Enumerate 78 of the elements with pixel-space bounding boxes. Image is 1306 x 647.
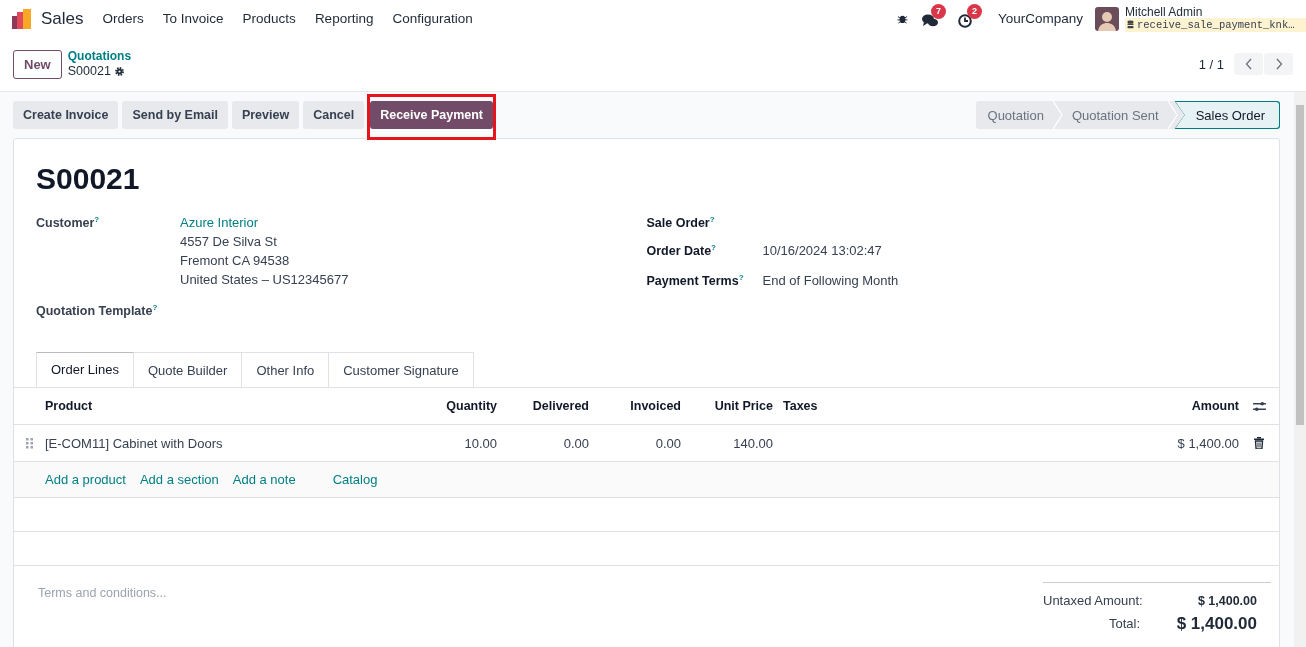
customer-link[interactable]: Azure Interior <box>180 213 349 232</box>
total-value: $ 1,400.00 <box>1175 613 1258 634</box>
tab[interactable]: Customer Signature <box>328 352 474 388</box>
bug-icon[interactable] <box>896 13 908 24</box>
next-button[interactable] <box>1264 53 1293 75</box>
column-header[interactable]: Invoiced <box>589 399 681 414</box>
pager-value: 1 / 1 <box>1198 56 1224 72</box>
status-step[interactable]: Quotation <box>975 101 1056 129</box>
action-button[interactable]: Create Invoice <box>13 101 119 129</box>
table-cell-text: 0.00 <box>562 435 589 451</box>
activities-button[interactable]: 2 <box>957 3 982 28</box>
menu-item[interactable]: Reporting <box>314 11 374 26</box>
column-header[interactable]: Taxes <box>773 399 1119 414</box>
field-label: Payment Terms$^{?}$ <box>646 273 745 291</box>
clock-icon <box>957 13 972 28</box>
tab[interactable]: Quote Builder <box>132 352 243 388</box>
chevron-right-icon <box>1274 58 1283 70</box>
status-step[interactable]: Sales Order <box>1174 101 1280 129</box>
previous-button[interactable] <box>1234 53 1263 75</box>
step-separator <box>1052 101 1063 129</box>
chat-icon <box>921 13 938 28</box>
table-cell-text: 0.00 <box>654 435 681 451</box>
sliders-icon[interactable] <box>1252 400 1266 412</box>
record-title: S00021 <box>36 161 141 197</box>
column-header[interactable]: Product <box>45 399 405 414</box>
total-value: $ 1,400.00 <box>1196 593 1258 608</box>
avatar[interactable] <box>1095 6 1119 31</box>
address-line: United States – US12345677 <box>180 271 349 289</box>
table-cell-text: 10.00 <box>463 435 497 451</box>
total-label: Untaxed Amount: <box>1043 593 1143 609</box>
action-button[interactable]: Preview <box>231 101 300 129</box>
column-header[interactable]: Delivered <box>497 399 589 414</box>
user-name[interactable]: Mitchell Admin <box>1125 5 1306 18</box>
breadcrumb-link[interactable]: Quotations <box>67 49 132 64</box>
address-line: 4557 De Silva St <box>180 233 278 251</box>
address-line: Fremont CA 94538 <box>180 252 291 270</box>
drag-handle-icon[interactable] <box>26 437 33 449</box>
tab[interactable]: Order Lines <box>36 352 134 388</box>
add-line-link[interactable]: Add a note <box>232 472 296 488</box>
add-line-link[interactable]: Add a product <box>45 472 126 488</box>
action-button[interactable]: Receive Payment <box>370 101 494 129</box>
database-label: receive_sale_payment_knk… <box>1137 18 1295 31</box>
add-line-link[interactable]: Catalog <box>332 472 378 488</box>
column-header[interactable]: Quantity <box>405 399 497 414</box>
menu-item[interactable]: Configuration <box>392 11 473 26</box>
count-badge: 2 <box>966 3 982 19</box>
trash-icon[interactable] <box>1254 437 1264 450</box>
gear-icon[interactable] <box>113 66 125 77</box>
company-switcher[interactable]: YourCompany <box>997 11 1083 26</box>
field-value: 10/16/2024 13:02:47 <box>762 242 882 261</box>
status-step[interactable]: Quotation Sent <box>1059 101 1171 129</box>
table-cell-text: [E-COM11] Cabinet with Doors <box>45 435 224 451</box>
add-line-link[interactable]: Add a section <box>139 472 219 488</box>
column-header[interactable]: Amount <box>1119 399 1239 414</box>
table-cell-text: 140.00 <box>732 435 773 451</box>
messages-button[interactable]: 7 <box>921 3 948 28</box>
app-logo-icon[interactable] <box>12 8 32 29</box>
table-cell-text: $ 1,400.00 <box>1176 435 1239 451</box>
field-label: Customer$^{?}$ <box>36 215 101 233</box>
new-button[interactable]: New <box>13 49 62 79</box>
action-button[interactable]: Cancel <box>303 101 365 129</box>
app-name[interactable]: Sales <box>41 8 84 29</box>
scrollbar[interactable] <box>1294 92 1306 647</box>
record-name: S00021 <box>67 64 111 79</box>
count-badge: 7 <box>930 3 946 19</box>
action-button[interactable]: Send by Email <box>122 101 228 129</box>
field-label: Quotation Template$^{?}$ <box>36 303 159 319</box>
step-separator <box>1167 101 1178 129</box>
menu-item[interactable]: To Invoice <box>162 11 224 26</box>
chevron-left-icon <box>1244 58 1253 70</box>
field-label: Order Date$^{?}$ <box>646 243 717 261</box>
total-label: Total: <box>1108 616 1140 632</box>
menu-item[interactable]: Products <box>242 11 296 26</box>
column-header[interactable]: Unit Price <box>681 399 773 414</box>
menu-item[interactable]: Orders <box>102 11 144 26</box>
field-label: Sale Order$^{?}$ <box>646 215 716 231</box>
database-icon <box>1127 20 1134 29</box>
field-value: End of Following Month <box>762 272 899 291</box>
